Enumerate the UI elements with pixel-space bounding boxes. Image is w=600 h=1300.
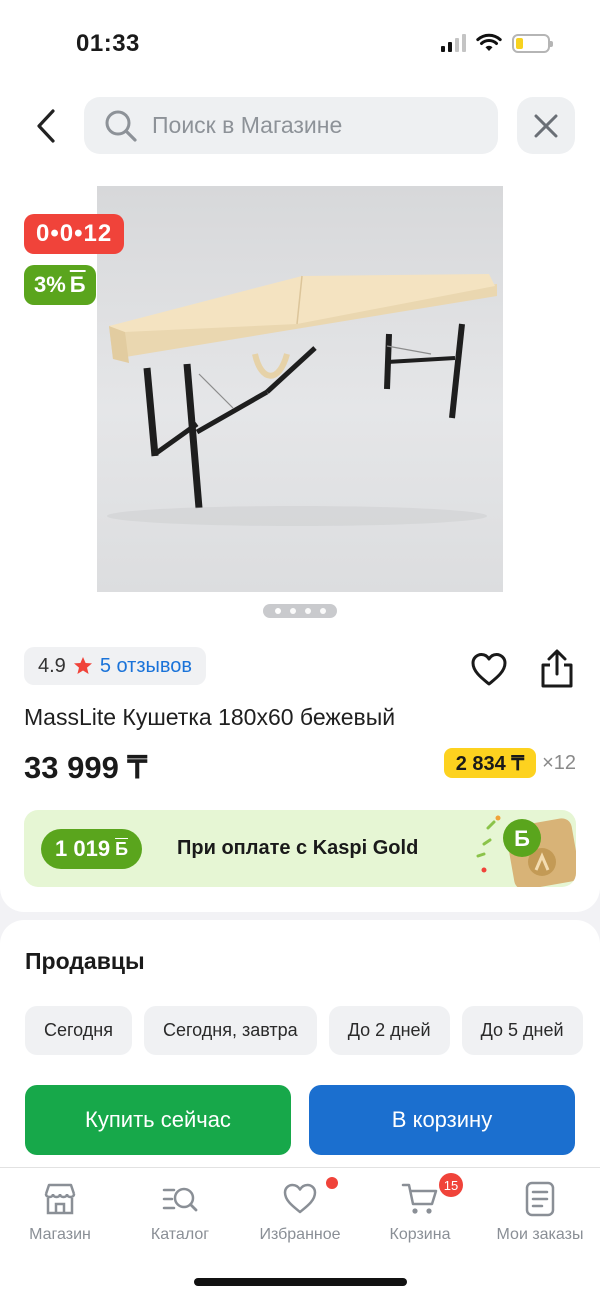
heart-icon	[283, 1183, 317, 1214]
status-time: 01:33	[76, 30, 140, 57]
kaspi-gold-banner[interactable]: 1 019 Б При оплате с Kaspi Gold Б	[24, 810, 576, 887]
store-icon	[44, 1183, 76, 1215]
image-pager[interactable]	[263, 604, 337, 618]
cart-icon	[401, 1183, 438, 1214]
svg-text:Б: Б	[514, 826, 530, 851]
status-bar: 01:33	[0, 0, 600, 90]
gold-bonus-currency-icon: Б	[115, 838, 128, 859]
battery-level	[516, 37, 523, 49]
tab-favorites[interactable]: Избранное	[240, 1180, 360, 1244]
close-icon	[534, 114, 558, 137]
home-indicator	[194, 1278, 407, 1286]
product-card: 0•0•12 3% Б 4.9 5 отзывов MassLite Кушет…	[0, 170, 600, 912]
add-to-cart-button[interactable]: В корзину	[309, 1085, 575, 1155]
delivery-filter-chips: Сегодня Сегодня, завтра До 2 дней До 5 д…	[25, 1006, 583, 1055]
cart-count-badge: 15	[439, 1173, 463, 1197]
close-search-button[interactable]	[517, 97, 575, 154]
sellers-title: Продавцы	[25, 948, 145, 974]
tab-catalog[interactable]: Каталог	[120, 1180, 240, 1244]
rating-value: 4.9	[38, 654, 66, 677]
gold-bonus-amount: 1 019	[55, 836, 111, 861]
installment-months: ×12	[542, 751, 576, 774]
installment-amount: 2 834 ₸	[443, 748, 537, 778]
favorites-notification-dot	[326, 1177, 338, 1189]
product-price: 33 999 ₸	[24, 750, 148, 785]
sellers-section: Продавцы Сегодня Сегодня, завтра До 2 дн…	[0, 920, 600, 1170]
product-image[interactable]	[97, 186, 503, 592]
top-navigation	[0, 90, 600, 170]
battery-icon	[512, 33, 553, 53]
search-icon	[105, 110, 137, 142]
heart-icon	[471, 653, 507, 686]
pager-dot[interactable]	[289, 608, 296, 614]
kaspi-gold-card-icon: Б	[476, 815, 576, 887]
tab-label: Магазин	[29, 1226, 91, 1243]
gold-banner-text: При оплате с Kaspi Gold	[177, 837, 419, 859]
share-button[interactable]	[537, 648, 577, 690]
gold-bonus-badge: 1 019 Б	[41, 829, 142, 869]
search-input[interactable]	[152, 112, 472, 139]
bonus-badge: 3% Б	[24, 265, 96, 305]
product-title: MassLite Кушетка 180x60 бежевый	[24, 704, 396, 730]
tab-label: Избранное	[259, 1226, 341, 1243]
reviews-link[interactable]: 5 отзывов	[100, 655, 192, 678]
pager-dot[interactable]	[274, 608, 281, 614]
wifi-icon	[476, 33, 502, 51]
product-page: 01:33 Поиск в Магазине 0•0•12 3% Б 4.9 5…	[0, 0, 600, 1300]
search-bar[interactable]	[84, 97, 498, 154]
favorite-button[interactable]	[469, 650, 509, 690]
rating-pill[interactable]: 4.9 5 отзывов	[24, 647, 207, 685]
orders-icon	[525, 1181, 555, 1217]
timer-badge: 0•0•12	[24, 214, 125, 254]
filter-chip-today[interactable]: Сегодня	[25, 1006, 132, 1055]
pager-dot[interactable]	[304, 608, 311, 614]
chevron-left-icon	[37, 109, 55, 143]
back-button[interactable]	[30, 106, 62, 146]
share-icon	[541, 649, 573, 688]
filter-chip-today-tomorrow[interactable]: Сегодня, завтра	[144, 1006, 317, 1055]
bonus-currency-icon: Б	[69, 272, 86, 297]
pager-dot[interactable]	[319, 608, 326, 614]
tab-label: Мои заказы	[496, 1226, 584, 1243]
buy-now-button[interactable]: Купить сейчас	[25, 1085, 291, 1155]
cellular-signal-icon	[441, 34, 466, 52]
tab-label: Корзина	[389, 1226, 451, 1243]
massage-table-illustration	[107, 274, 497, 526]
installment-info[interactable]: 2 834 ₸ ×12	[443, 748, 576, 778]
bonus-percent: 3%	[34, 272, 66, 297]
tab-store[interactable]: Магазин	[0, 1180, 120, 1244]
filter-chip-2-days[interactable]: До 2 дней	[328, 1006, 450, 1055]
filter-chip-5-days[interactable]: До 5 дней	[461, 1006, 583, 1055]
tab-label: Каталог	[150, 1226, 210, 1243]
tab-orders[interactable]: Мои заказы	[480, 1180, 600, 1244]
catalog-icon	[162, 1187, 198, 1212]
star-icon	[73, 657, 92, 674]
status-icons	[441, 33, 553, 53]
